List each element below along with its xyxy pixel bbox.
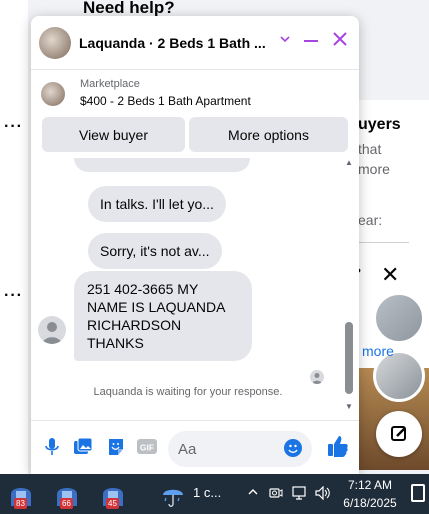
thumbs-up-icon[interactable] xyxy=(327,434,349,458)
system-clock[interactable]: 7:12 AM 6/18/2025 xyxy=(340,476,400,512)
chevron-down-icon[interactable] xyxy=(279,32,291,50)
message-scrollbar[interactable]: ▲ ▼ xyxy=(344,158,356,414)
emoji-icon[interactable] xyxy=(284,439,302,457)
view-buyer-button[interactable]: View buyer xyxy=(42,117,185,152)
seen-indicator-avatar xyxy=(310,370,324,384)
more-options-dots-icon[interactable]: ··· xyxy=(4,287,23,305)
gif-label: GIF xyxy=(140,443,154,453)
marketplace-label: Marketplace xyxy=(80,78,140,90)
photo-icon[interactable] xyxy=(73,437,93,457)
message-line: NAME IS LAQUANDA xyxy=(87,299,226,315)
message-composer: GIF xyxy=(31,420,359,474)
close-chat-button[interactable] xyxy=(332,30,348,53)
message-list: In talks. I'll let yo... Sorry, it's not… xyxy=(31,158,359,414)
weather-text[interactable]: 1 c... xyxy=(193,485,221,500)
listing-thumbnail[interactable] xyxy=(373,292,425,344)
weather-icon[interactable] xyxy=(160,484,186,513)
scroll-down-arrow-icon[interactable]: ▼ xyxy=(344,402,354,411)
clock-date: 6/18/2025 xyxy=(343,496,397,510)
show-hidden-icons-icon[interactable] xyxy=(247,486,259,501)
waiting-status: Laquanda is waiting for your response. xyxy=(93,386,283,398)
camera-tray-icon[interactable] xyxy=(269,486,283,503)
minimize-button[interactable] xyxy=(304,40,318,42)
sender-avatar[interactable] xyxy=(38,316,66,344)
background-left-card xyxy=(0,0,28,474)
default-user-icon xyxy=(312,373,322,384)
default-user-icon xyxy=(42,322,62,344)
marketplace-listing-bar[interactable]: Marketplace $400 - 2 Beds 1 Bath Apartme… xyxy=(31,71,359,115)
new-message-button[interactable] xyxy=(376,411,422,457)
notification-badge: 83 xyxy=(14,498,27,509)
chat-header[interactable]: Laquanda · 2 Beds 1 Bath ... xyxy=(31,16,359,70)
close-icon xyxy=(333,32,347,46)
message-bubble[interactable]: 251 402-3665 MY NAME IS LAQUANDA RICHARD… xyxy=(74,271,252,361)
message-bubble-partial xyxy=(74,158,250,172)
message-bubble[interactable]: In talks. I'll let yo... xyxy=(88,186,226,222)
listing-avatar[interactable] xyxy=(39,26,71,59)
more-options-button[interactable]: More options xyxy=(189,117,348,152)
see-more-link[interactable]: more xyxy=(362,343,394,359)
messenger-chat-window: Laquanda · 2 Beds 1 Bath ... Marketplace… xyxy=(31,16,359,474)
scroll-thumb[interactable] xyxy=(345,322,353,394)
message-line: RICHARDSON THANKS xyxy=(87,317,182,351)
chat-title[interactable]: Laquanda · 2 Beds 1 Bath ... xyxy=(79,35,271,51)
network-icon[interactable] xyxy=(292,486,308,503)
gif-icon[interactable]: GIF xyxy=(137,437,157,457)
more-options-dots-icon[interactable]: ··· xyxy=(4,118,23,136)
scroll-up-arrow-icon[interactable]: ▲ xyxy=(344,158,354,167)
notification-badge: 45 xyxy=(106,498,119,509)
right-panel-text: that xyxy=(358,141,382,157)
close-icon[interactable]: ✕ xyxy=(381,262,399,288)
notification-center-icon[interactable] xyxy=(411,484,425,502)
listing-title[interactable]: $400 - 2 Beds 1 Bath Apartment xyxy=(80,94,251,108)
right-panel-text: ear: xyxy=(358,212,383,228)
clock-time: 7:12 AM xyxy=(347,478,393,492)
microphone-icon[interactable] xyxy=(42,437,62,457)
right-panel-title: uyers xyxy=(358,116,401,133)
sticker-icon[interactable] xyxy=(106,437,126,457)
listing-thumbnail xyxy=(41,82,65,106)
volume-icon[interactable] xyxy=(315,485,331,503)
right-panel-text: more xyxy=(358,161,390,177)
message-line: 251 402-3665 MY xyxy=(87,281,199,297)
message-bubble[interactable]: Sorry, it's not av... xyxy=(88,233,222,269)
notification-badge: 66 xyxy=(60,498,73,509)
compose-icon xyxy=(391,426,406,441)
